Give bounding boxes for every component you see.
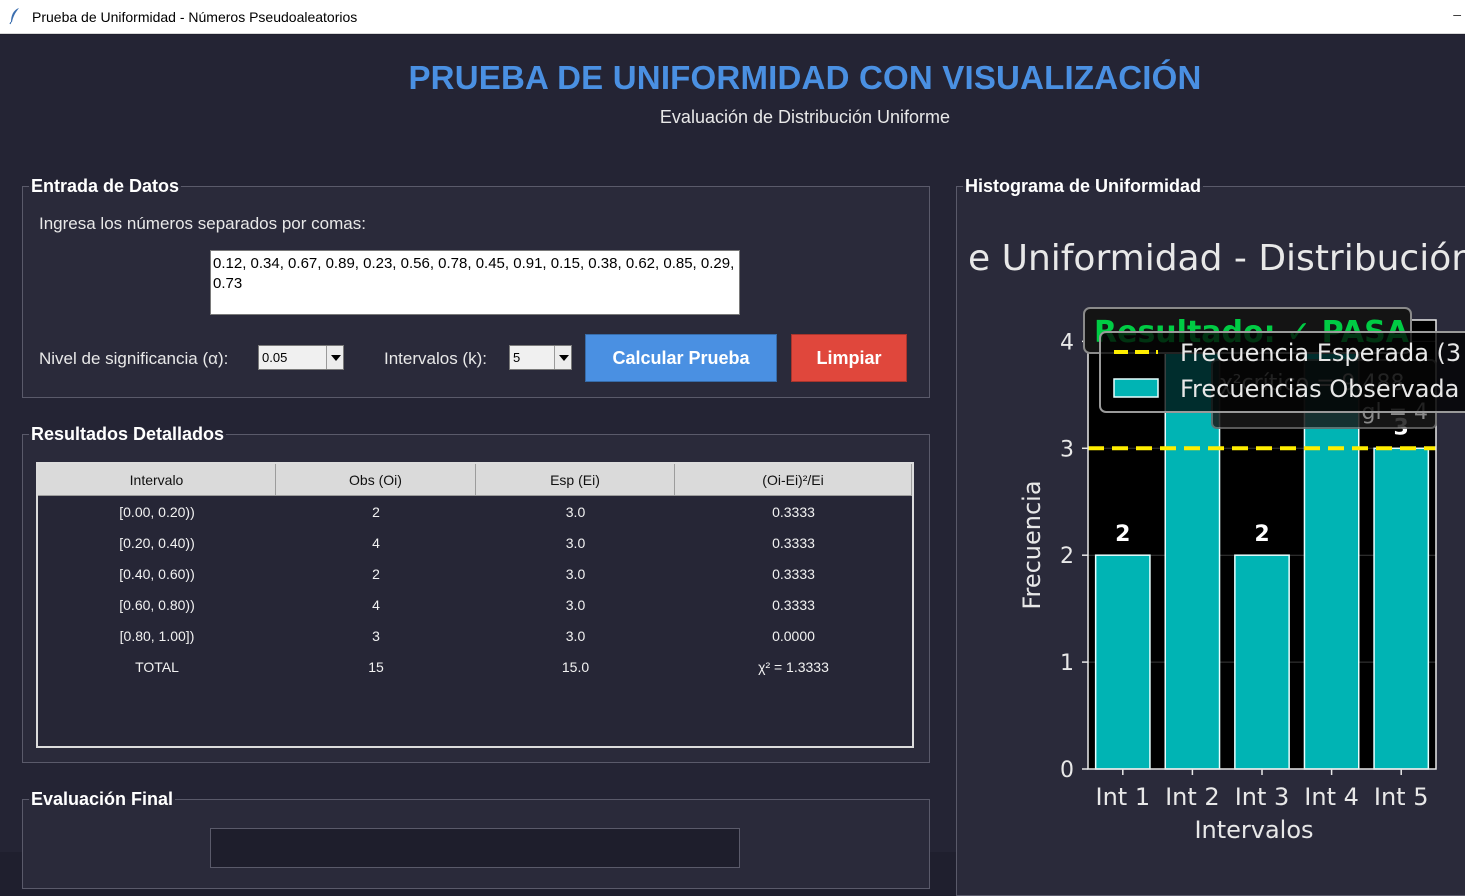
cell-observed: 4 [372, 535, 380, 551]
cell-chi: 0.3333 [772, 597, 815, 613]
chart-title: e Uniformidad - Distribución d [968, 238, 1465, 279]
page-title: PRUEBA DE UNIFORMIDAD CON VISUALIZACIÓN [408, 59, 1202, 96]
histogram-panel-legend: Histograma de Uniformidad [965, 176, 1202, 196]
cell-observed: 2 [372, 504, 380, 520]
y-tick-label: 0 [1060, 758, 1074, 783]
x-tick-label: Int 3 [1235, 783, 1290, 811]
y-axis-label: Frecuencia [1018, 480, 1046, 609]
cell-expected: 3.0 [565, 628, 586, 644]
numbers-input[interactable]: 0.12, 0.34, 0.67, 0.89, 0.23, 0.56, 0.78… [210, 250, 740, 315]
cell-total-label: TOTAL [135, 659, 179, 675]
cell-chi: 0.0000 [772, 628, 815, 644]
cell-total-observed: 15 [368, 659, 384, 675]
cell-interval: [0.20, 0.40)) [119, 535, 195, 551]
cell-observed: 3 [372, 628, 380, 644]
window-title: Prueba de Uniformidad - Números Pseudoal… [32, 9, 358, 25]
legend-swatch-observed [1113, 378, 1159, 398]
cell-expected: 3.0 [565, 597, 586, 613]
numbers-prompt: Ingresa los números separados por comas: [39, 214, 366, 233]
legend-label-expected: Frecuencia Esperada (3 [1180, 339, 1461, 367]
intervals-select[interactable]: 5 [509, 345, 572, 370]
evaluation-panel-legend: Evaluación Final [31, 789, 174, 809]
clear-button[interactable]: Limpiar [791, 334, 907, 382]
chevron-down-icon[interactable] [326, 346, 343, 369]
table-row-total[interactable]: TOTAL 15 15.0 χ² = 1.3333 [38, 652, 912, 683]
y-tick-label: 2 [1060, 544, 1074, 569]
cell-observed: 4 [372, 597, 380, 613]
x-axis-label: Intervalos [1194, 816, 1313, 844]
minimize-button[interactable]: – [1453, 6, 1461, 22]
cell-expected: 3.0 [565, 535, 586, 551]
cell-observed: 2 [372, 566, 380, 582]
page-subtitle: Evaluación de Distribución Uniforme [659, 107, 951, 127]
cell-interval: [0.00, 0.20)) [119, 504, 195, 520]
bar-value-label: 2 [1254, 522, 1269, 547]
cell-expected: 3.0 [565, 566, 586, 582]
bar-value-label: 2 [1115, 522, 1130, 547]
chevron-down-icon[interactable] [554, 346, 571, 369]
alpha-select[interactable]: 0.05 [258, 345, 344, 370]
cell-total-expected: 15.0 [561, 659, 590, 675]
cell-interval: [0.60, 0.80)) [119, 597, 195, 613]
results-panel-legend: Resultados Detallados [31, 424, 225, 444]
cell-expected: 3.0 [565, 504, 586, 520]
table-row[interactable]: [0.20, 0.40)) 4 3.0 0.3333 [38, 528, 912, 559]
y-tick-label: 1 [1060, 651, 1074, 676]
table-row[interactable]: [0.60, 0.80)) 4 3.0 0.3333 [38, 590, 912, 621]
column-header-observed[interactable]: Obs (Oi) [276, 464, 476, 496]
histogram-chart: e Uniformidad - Distribución d 0 1 2 3 4 2 Int … [958, 200, 1465, 852]
bar [1234, 554, 1290, 770]
table-row[interactable]: [0.40, 0.60)) 2 3.0 0.3333 [38, 559, 912, 590]
y-tick-label: 4 [1060, 330, 1074, 355]
calculate-button[interactable]: Calcular Prueba [585, 334, 777, 382]
table-row[interactable]: [0.80, 1.00]) 3 3.0 0.0000 [38, 621, 912, 652]
x-tick-label: Int 2 [1165, 783, 1220, 811]
x-tick-label: Int 1 [1095, 783, 1150, 811]
legend-label-observed: Frecuencias Observada [1180, 375, 1459, 403]
results-table[interactable]: Intervalo Obs (Oi) Esp (Ei) (Oi-Ei)²/Ei … [36, 462, 914, 748]
input-panel-legend: Entrada de Datos [31, 176, 180, 196]
cell-interval: [0.40, 0.60)) [119, 566, 195, 582]
table-header: Intervalo Obs (Oi) Esp (Ei) (Oi-Ei)²/Ei [38, 464, 912, 496]
x-tick-label: Int 4 [1304, 783, 1359, 811]
evaluation-output [210, 828, 740, 868]
alpha-select-value: 0.05 [262, 350, 288, 365]
intervals-select-value: 5 [513, 350, 521, 365]
cell-interval: [0.80, 1.00]) [119, 628, 195, 644]
x-tick-label: Int 5 [1374, 783, 1429, 811]
bar [1094, 554, 1151, 770]
column-header-expected[interactable]: Esp (Ei) [476, 464, 675, 496]
bar [1373, 447, 1430, 770]
column-header-chi[interactable]: (Oi-Ei)²/Ei [675, 464, 912, 496]
cell-chi: 0.3333 [772, 535, 815, 551]
cell-chi: 0.3333 [772, 566, 815, 582]
alpha-label: Nivel de significancia (α): [39, 349, 229, 368]
cell-chi: 0.3333 [772, 504, 815, 520]
intervals-label: Intervalos (k): [384, 349, 487, 368]
window-titlebar: Prueba de Uniformidad - Números Pseudoal… [0, 0, 1465, 34]
feather-icon [9, 8, 19, 25]
table-row[interactable]: [0.00, 0.20)) 2 3.0 0.3333 [38, 497, 912, 528]
cell-chi-square: χ² = 1.3333 [758, 659, 829, 675]
y-tick-label: 3 [1060, 437, 1074, 462]
column-header-interval[interactable]: Intervalo [38, 464, 276, 496]
histogram-svg: e Uniformidad - Distribución d 0 1 2 3 4 2 Int … [968, 238, 1465, 844]
